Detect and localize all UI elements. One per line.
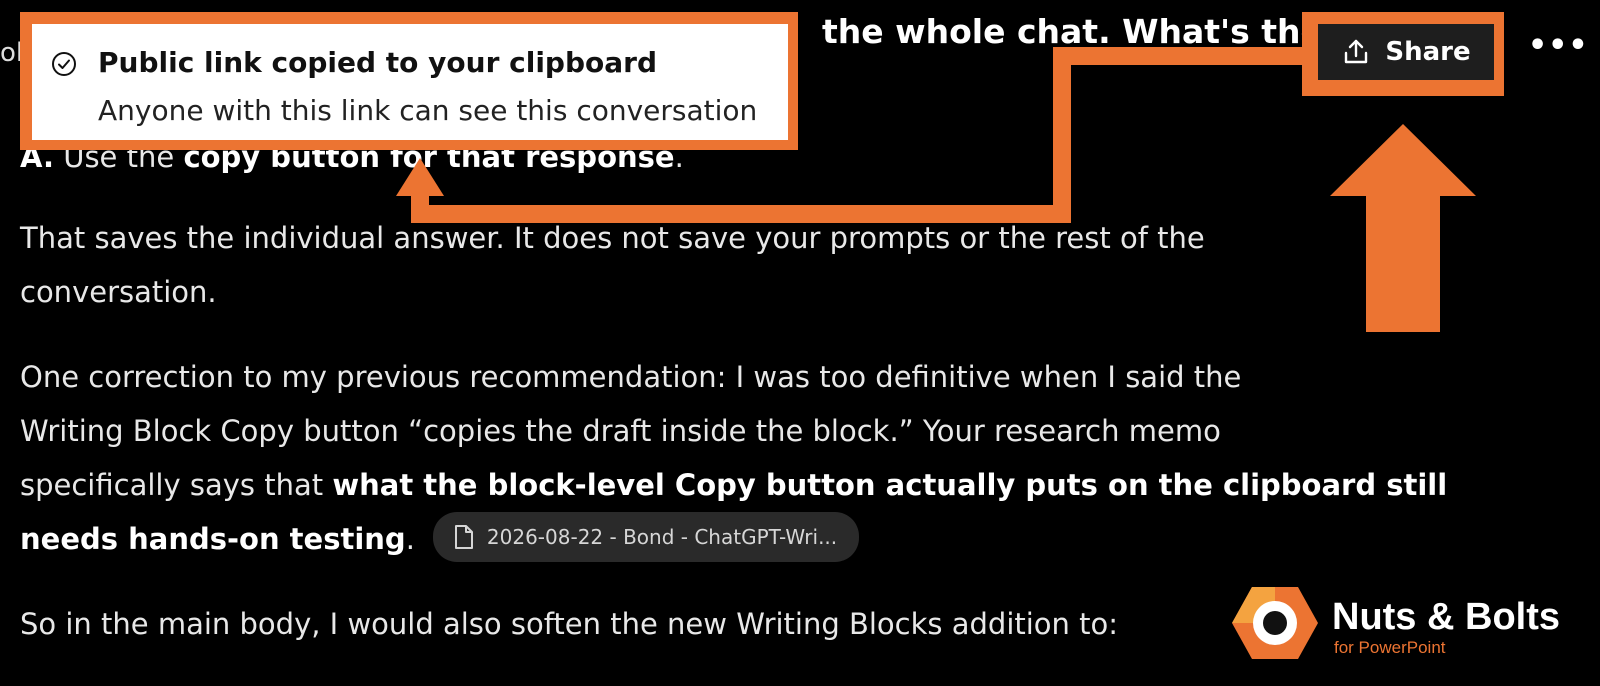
toast-title: Public link copied to your clipboard: [98, 46, 658, 79]
brand-tagline: for PowerPoint: [1334, 638, 1446, 657]
share-upload-icon: [1345, 39, 1368, 64]
connector-arrow-head: [396, 158, 444, 196]
more-options-button[interactable]: •••: [1528, 28, 1589, 63]
brand-name: Nuts & Bolts: [1332, 596, 1560, 638]
big-up-arrow: [1330, 124, 1476, 332]
share-button[interactable]: Share: [1318, 24, 1494, 80]
toast-subtitle: Anyone with this link can see this conve…: [98, 94, 758, 127]
share-label: Share: [1385, 37, 1471, 67]
check-circle-icon: [52, 52, 76, 76]
nuts-bolts-logo-icon: [1232, 587, 1318, 659]
link-copied-toast: Public link copied to your clipboard Any…: [32, 24, 788, 140]
